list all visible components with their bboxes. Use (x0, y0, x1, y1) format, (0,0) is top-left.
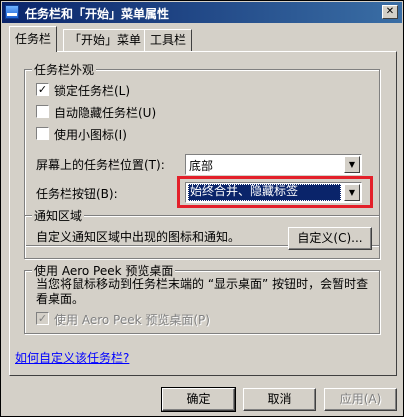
lock-taskbar-checkbox[interactable]: ✓ (36, 83, 49, 96)
chevron-down-icon[interactable]: ▼ (344, 184, 360, 201)
taskbar-location-select[interactable]: 底部 ▼ (185, 154, 362, 175)
aero-peek-description: 当您将鼠标移动到任务栏末端的 “显示桌面” 按钮时，会暂时查看桌面。 (36, 277, 369, 306)
tab-taskbar[interactable]: 任务栏 (9, 26, 58, 52)
small-icons-label[interactable]: 使用小图标(I) (54, 126, 127, 143)
notification-area-legend: 通知区域 (32, 207, 85, 224)
title-bar[interactable]: 任务栏和「开始」菜单属性 ✕ (2, 2, 402, 23)
small-icons-checkbox[interactable] (36, 127, 49, 140)
tab-toolbars[interactable]: 工具栏 (144, 29, 193, 51)
taskbar-buttons-value: 始终合并、隐藏标签 (188, 184, 341, 201)
aero-peek-checkbox[interactable]: ✓ (36, 312, 49, 325)
ok-button[interactable]: 确定 (161, 387, 236, 412)
customize-taskbar-help-link[interactable]: 如何自定义该任务栏? (15, 349, 129, 366)
apply-button[interactable]: 应用(A) (324, 388, 397, 411)
taskbar-location-value: 底部 (189, 159, 214, 173)
taskbar-properties-dialog: 任务栏和「开始」菜单属性 ✕ 任务栏 「开始」菜单 工具栏 任务栏外观 ✓ 锁定… (0, 0, 404, 417)
close-button[interactable]: ✕ (382, 5, 398, 19)
window-title: 任务栏和「开始」菜单属性 (25, 7, 170, 21)
taskbar-location-label: 屏幕上的任务栏位置(T): (36, 158, 165, 172)
notification-area-group: 通知区域 自定义通知区域中出现的图标和通知。 自定义(C)... (24, 207, 380, 259)
lock-taskbar-label[interactable]: 锁定任务栏(L) (54, 82, 130, 99)
taskbar-buttons-select[interactable]: 始终合并、隐藏标签 ▼ (185, 182, 362, 203)
tab-start-menu[interactable]: 「开始」菜单 (63, 29, 148, 51)
cancel-button[interactable]: 取消 (243, 388, 316, 411)
taskbar-appearance-legend: 任务栏外观 (32, 61, 97, 78)
auto-hide-label[interactable]: 自动隐藏任务栏(U) (54, 104, 156, 121)
chevron-down-icon[interactable]: ▼ (344, 156, 360, 173)
notification-area-description: 自定义通知区域中出现的图标和通知。 (36, 230, 241, 244)
aero-peek-group: 使用 Aero Peek 预览桌面 当您将鼠标移动到任务栏末端的 “显示桌面” … (24, 262, 380, 334)
customize-button[interactable]: 自定义(C)... (288, 227, 372, 250)
taskbar-app-icon (5, 5, 19, 19)
taskbar-buttons-label: 任务栏按钮(B): (36, 187, 118, 201)
aero-peek-label[interactable]: 使用 Aero Peek 预览桌面(P) (54, 311, 210, 328)
auto-hide-checkbox[interactable] (36, 105, 49, 118)
tab-panel-taskbar: 任务栏外观 ✓ 锁定任务栏(L) 自动隐藏任务栏(U) 使用小图标(I) 屏幕上… (9, 51, 397, 376)
